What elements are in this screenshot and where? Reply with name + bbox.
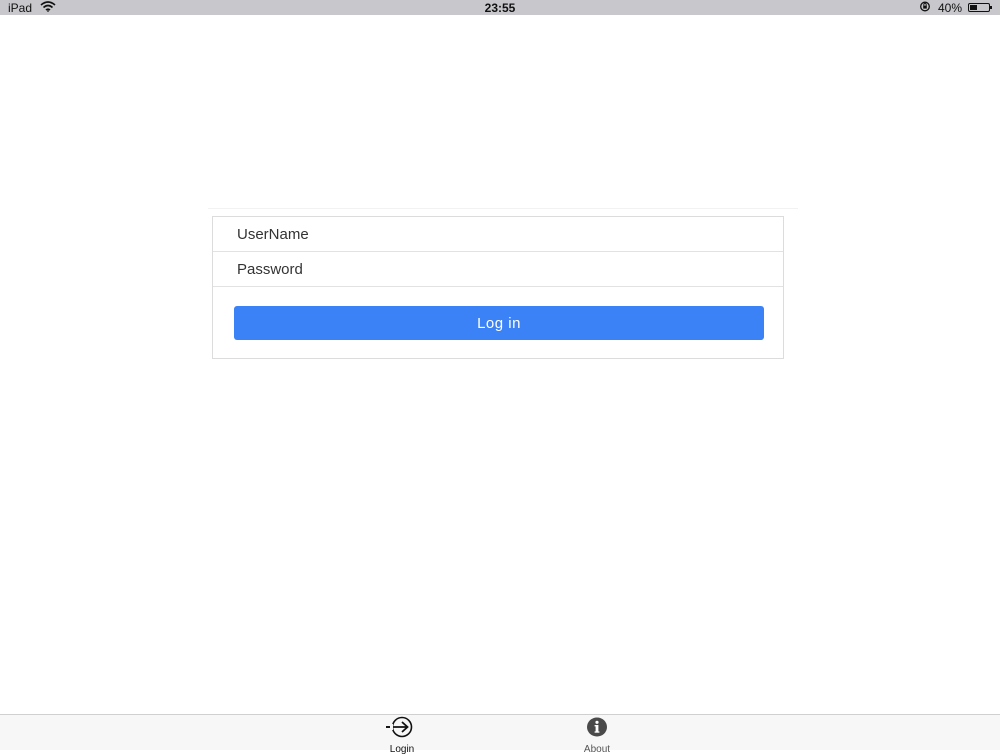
- divider: [208, 208, 798, 209]
- battery-tip: [990, 6, 992, 9]
- info-icon: [578, 716, 616, 743]
- status-bar: iPad 23:55 40%: [0, 0, 1000, 15]
- tab-about[interactable]: About: [567, 716, 627, 755]
- battery-percent: 40%: [937, 0, 962, 15]
- battery-icon: [968, 3, 992, 12]
- login-button[interactable]: Log in: [234, 306, 764, 340]
- tab-bar: Login About: [0, 714, 1000, 755]
- password-row: [213, 252, 783, 287]
- login-arrow-icon: [383, 716, 421, 743]
- username-input[interactable]: [235, 224, 759, 244]
- status-right: 40%: [918, 0, 992, 15]
- orientation-lock-icon: [918, 1, 932, 15]
- username-row: [213, 217, 783, 252]
- login-form: Log in: [212, 216, 784, 359]
- status-time: 23:55: [484, 0, 516, 15]
- tab-login[interactable]: Login: [372, 716, 432, 755]
- battery-level: [970, 5, 978, 10]
- password-input[interactable]: [235, 259, 759, 279]
